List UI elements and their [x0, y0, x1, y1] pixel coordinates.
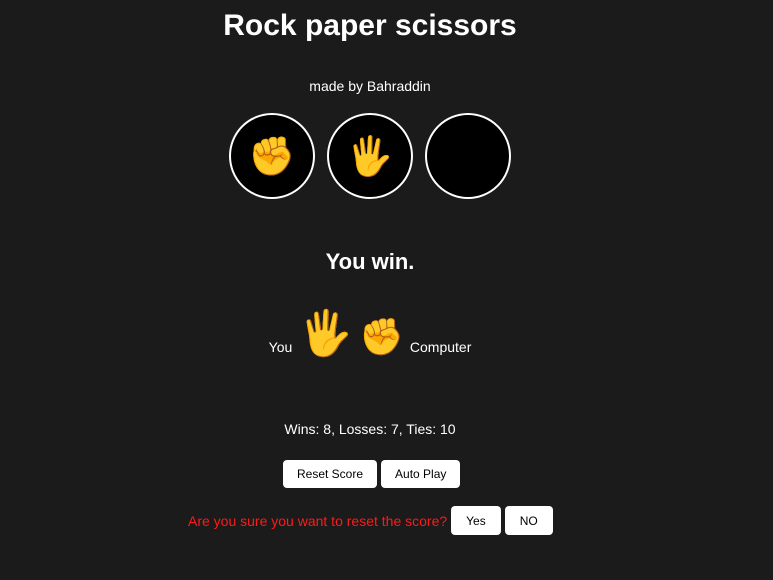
page-title: Rock paper scissors	[223, 9, 517, 42]
fist-icon: ✊	[248, 134, 296, 178]
confirm-yes-button[interactable]: Yes	[451, 506, 501, 535]
app-page: Rock paper scissors made by Bahraddin ✊ …	[0, 0, 773, 580]
computer-move-icon: ✊	[359, 317, 404, 358]
raised-hand-icon: 🖐	[346, 134, 394, 178]
computer-label: Computer	[409, 339, 472, 355]
reset-score-button[interactable]: Reset Score	[283, 460, 378, 488]
control-buttons: Reset Score Auto Play	[283, 460, 461, 488]
player-move-icon: 🖐	[298, 308, 354, 359]
scissors-button[interactable]: ✌	[425, 113, 511, 199]
auto-play-button[interactable]: Auto Play	[381, 460, 461, 488]
rock-button[interactable]: ✊	[229, 113, 315, 199]
result-text: You win.	[325, 249, 415, 274]
victory-hand-icon: ✌	[452, 134, 484, 178]
confirm-question: Are you sure you want to reset the score…	[188, 512, 448, 529]
score-text: Wins: 8, Losses: 7, Ties: 10	[284, 421, 456, 437]
move-buttons: ✊ 🖐 ✌	[229, 113, 511, 199]
paper-button[interactable]: 🖐	[327, 113, 413, 199]
confirm-no-button[interactable]: NO	[504, 506, 553, 535]
reset-confirmation: Are you sure you want to reset the score…	[188, 506, 553, 535]
author-byline: made by Bahraddin	[309, 78, 431, 94]
moves-display: You 🖐 ✊ Computer	[0, 312, 740, 356]
player-label: You	[268, 339, 293, 355]
